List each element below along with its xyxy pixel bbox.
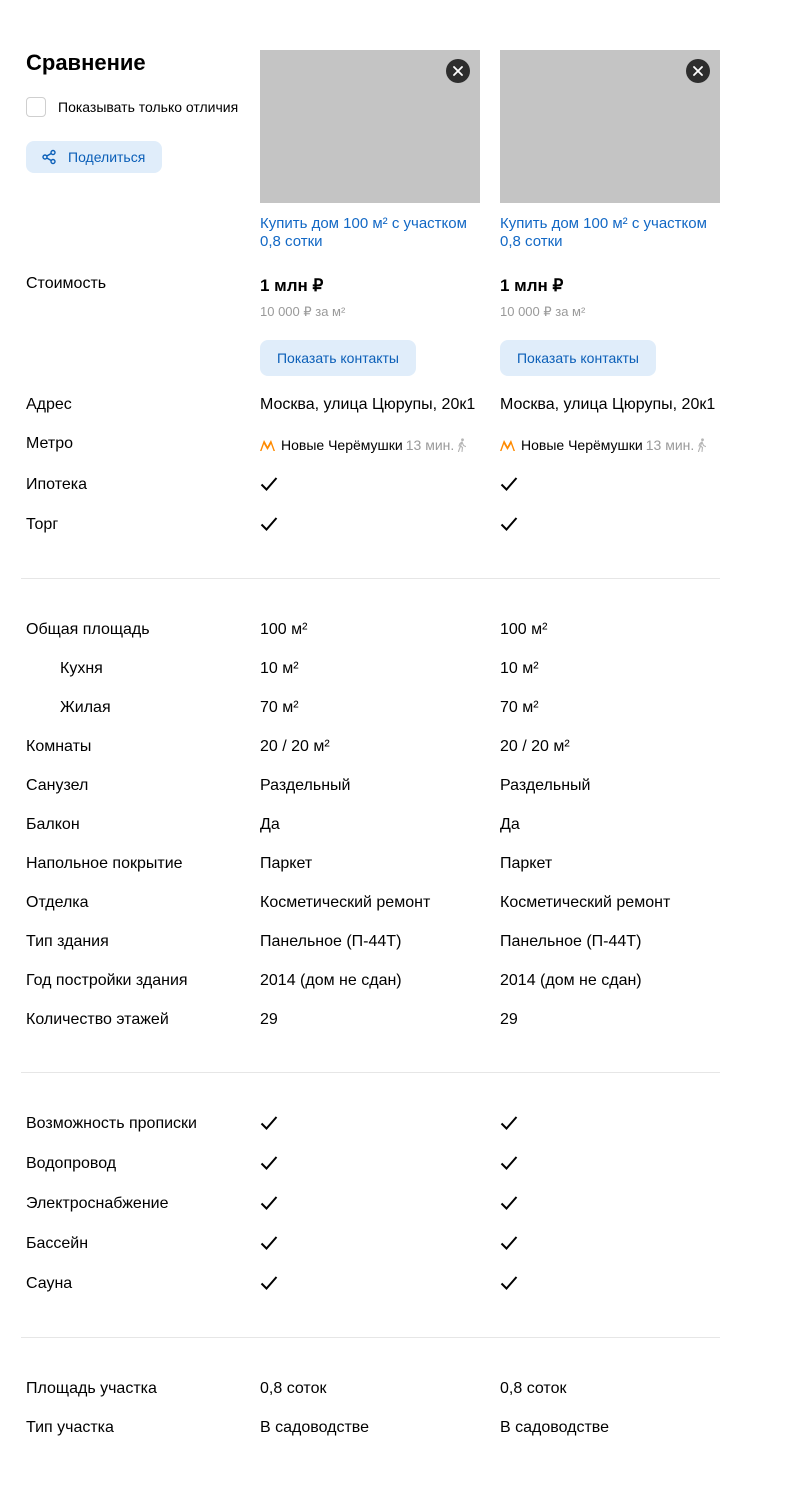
offer-total-area: 100 м²	[500, 621, 548, 638]
row-label-lot-area: Площадь участка	[26, 1380, 157, 1397]
close-icon	[693, 66, 703, 76]
row-label-balcony: Балкон	[26, 816, 80, 833]
offer-price: 1 млн ₽	[260, 276, 324, 295]
metro-station: Новые Черёмушки	[281, 437, 403, 453]
show-contacts-button[interactable]: Показать контакты	[500, 340, 656, 376]
offer-title-link[interactable]: Купить дом 100 м² с участком 0,8 сотки	[260, 215, 485, 251]
offer-living: 70 м²	[260, 699, 299, 716]
checkmark-icon	[260, 1156, 278, 1170]
checkmark-icon	[500, 1196, 518, 1210]
offer-floor-covering: Паркет	[500, 855, 553, 872]
offer-kitchen: 10 м²	[260, 660, 299, 677]
checkmark-icon	[500, 517, 518, 531]
offer-rooms: 20 / 20 м²	[260, 738, 330, 755]
metro-icon	[500, 439, 515, 451]
offer-price: 1 млн ₽	[500, 276, 564, 295]
remove-offer-button[interactable]	[686, 59, 710, 83]
metro-time: 13 мин.	[405, 437, 455, 453]
checkmark-icon	[260, 1196, 278, 1210]
row-label-water: Водопровод	[26, 1155, 117, 1172]
offer-living: 70 м²	[500, 699, 539, 716]
offer-total-area: 100 м²	[260, 621, 308, 638]
offer-bathroom: Раздельный	[260, 777, 351, 794]
metro-time: 13 мин.	[645, 437, 695, 453]
offer-lot-type: В садоводстве	[260, 1419, 369, 1436]
share-icon	[42, 149, 56, 165]
offer-price-per-meter: 10 000 ₽ за м²	[260, 304, 346, 319]
row-label-pool: Бассейн	[26, 1235, 89, 1252]
checkmark-icon	[500, 1116, 518, 1130]
offer-title-link[interactable]: Купить дом 100 м² с участком 0,8 сотки	[500, 215, 725, 251]
row-label-building-type: Тип здания	[26, 933, 109, 950]
offer-lot-area: 0,8 соток	[500, 1380, 567, 1397]
offer-price-per-meter: 10 000 ₽ за м²	[500, 304, 586, 319]
walking-icon	[458, 438, 467, 452]
share-label: Поделиться	[68, 149, 146, 165]
row-label-price: Стоимость	[26, 275, 107, 292]
share-button[interactable]: Поделиться	[26, 141, 162, 173]
checkmark-icon	[260, 1236, 278, 1250]
checkmark-icon	[500, 1156, 518, 1170]
offer-rooms: 20 / 20 м²	[500, 738, 570, 755]
offer-balcony: Да	[500, 816, 520, 833]
page-title: Сравнение	[26, 50, 146, 75]
offer-address: Москва, улица Цюрупы, 20к1	[260, 396, 476, 413]
row-label-floors-count: Количество этажей	[26, 1011, 169, 1028]
offer-balcony: Да	[260, 816, 280, 833]
checkmark-icon	[500, 1236, 518, 1250]
offer-renovation: Косметический ремонт	[260, 894, 431, 911]
row-label-build-year: Год постройки здания	[26, 972, 188, 989]
checkmark-icon	[260, 1116, 278, 1130]
offer-building-type: Панельное (П-44Т)	[500, 933, 642, 950]
diff-only-checkbox[interactable]	[26, 97, 46, 117]
row-label-lot-type: Тип участка	[26, 1419, 114, 1436]
section-divider	[21, 578, 720, 579]
metro-icon	[260, 439, 275, 451]
offer-address: Москва, улица Цюрупы, 20к1	[500, 396, 716, 413]
row-label-rooms: Комнаты	[26, 738, 92, 755]
checkmark-icon	[500, 1276, 518, 1290]
offer-build-year: 2014 (дом не сдан)	[500, 972, 642, 989]
offer-lot-type: В садоводстве	[500, 1419, 609, 1436]
offer-floors-count: 29	[260, 1011, 278, 1028]
close-icon	[453, 66, 463, 76]
row-label-address: Адрес	[26, 396, 72, 413]
row-label-electricity: Электроснабжение	[26, 1195, 169, 1212]
checkmark-icon	[260, 1276, 278, 1290]
row-label-living: Жилая	[60, 699, 111, 716]
row-label-floor-covering: Напольное покрытие	[26, 855, 183, 872]
row-label-mortgage: Ипотека	[26, 476, 88, 493]
row-label-sauna: Сауна	[26, 1275, 73, 1292]
offer-renovation: Косметический ремонт	[500, 894, 671, 911]
metro-station: Новые Черёмушки	[521, 437, 643, 453]
row-label-bathroom: Санузел	[26, 777, 89, 794]
section-divider	[21, 1337, 720, 1338]
offer-build-year: 2014 (дом не сдан)	[260, 972, 402, 989]
diff-only-label[interactable]: Показывать только отличия	[58, 99, 238, 115]
row-label-total-area: Общая площадь	[26, 621, 150, 638]
row-label-renovation: Отделка	[26, 894, 89, 911]
offer-lot-area: 0,8 соток	[260, 1380, 327, 1397]
row-label-haggle: Торг	[26, 516, 59, 533]
checkmark-icon	[260, 477, 278, 491]
row-label-metro: Метро	[26, 435, 73, 452]
remove-offer-button[interactable]	[446, 59, 470, 83]
section-divider	[21, 1072, 720, 1073]
walking-icon	[698, 438, 707, 452]
offer-metro: Новые Черёмушки 13 мин.	[500, 436, 707, 454]
offer-kitchen: 10 м²	[500, 660, 539, 677]
offer-floors-count: 29	[500, 1011, 518, 1028]
offer-metro: Новые Черёмушки 13 мин.	[260, 436, 467, 454]
row-label-kitchen: Кухня	[60, 660, 103, 677]
checkmark-icon	[500, 477, 518, 491]
checkmark-icon	[260, 517, 278, 531]
show-contacts-button[interactable]: Показать контакты	[260, 340, 416, 376]
offer-floor-covering: Паркет	[260, 855, 313, 872]
offer-bathroom: Раздельный	[500, 777, 591, 794]
offer-building-type: Панельное (П-44Т)	[260, 933, 402, 950]
row-label-registration: Возможность прописки	[26, 1115, 197, 1132]
